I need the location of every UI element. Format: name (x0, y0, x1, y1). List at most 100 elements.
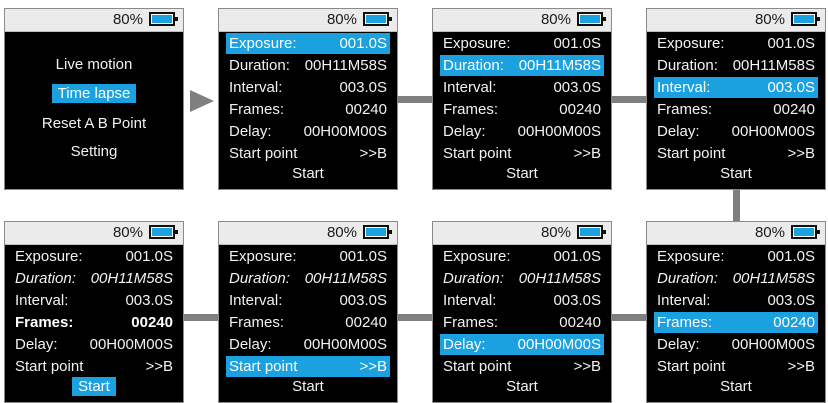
setting-row-frames[interactable]: Frames: 00240 (12, 312, 176, 333)
battery-icon (149, 225, 178, 239)
setting-value: 001.0S (553, 35, 601, 52)
start-button[interactable]: Start (5, 376, 183, 397)
setting-row-delay[interactable]: Delay: 00H00M00S (440, 121, 604, 142)
setting-row-delay[interactable]: Delay: 00H00M00S (226, 334, 390, 355)
setting-label: Duration: (443, 270, 504, 287)
battery-icon (363, 225, 392, 239)
status-bar: 80% (433, 9, 611, 32)
setting-row-start-point[interactable]: Start point >>B (12, 356, 176, 377)
setting-row-start-point[interactable]: Start point >>B (654, 143, 818, 164)
setting-row-start-point[interactable]: Start point >>B (440, 356, 604, 377)
setting-row-exposure[interactable]: Exposure: 001.0S (440, 246, 604, 267)
setting-label: Interval: (229, 292, 283, 309)
setting-label: Frames: (657, 314, 713, 331)
menu-item-reset-ab-point[interactable]: Reset A B Point (5, 113, 183, 134)
setting-label: Duration: (657, 57, 718, 74)
setting-label: Start point (443, 358, 512, 375)
setting-row-exposure[interactable]: Exposure: 001.0S (226, 246, 390, 267)
setting-value: 00H11M58S (304, 270, 387, 287)
setting-label: Duration: (229, 57, 290, 74)
start-button[interactable]: Start (219, 163, 397, 184)
setting-value: 00H11M58S (518, 270, 601, 287)
status-bar: 80% (433, 222, 611, 245)
setting-value: >>B (359, 145, 387, 162)
setting-row-interval[interactable]: Interval: 003.0S (226, 290, 390, 311)
setting-row-delay[interactable]: Delay: 00H00M00S (654, 334, 818, 355)
setting-value: 00240 (559, 314, 601, 331)
setting-label: Interval: (229, 79, 283, 96)
setting-row-delay[interactable]: Delay: 00H00M00S (654, 121, 818, 142)
status-bar: 80% (647, 9, 825, 32)
menu-item-live-motion[interactable]: Live motion (5, 54, 183, 75)
setting-label: Interval: (443, 292, 497, 309)
start-button[interactable]: Start (433, 376, 611, 397)
setting-row-interval[interactable]: Interval: 003.0S (654, 290, 818, 311)
setting-row-interval[interactable]: Interval: 003.0S (440, 77, 604, 98)
battery-icon (791, 12, 820, 26)
setting-value: 00240 (559, 101, 601, 118)
setting-value: 00240 (773, 101, 815, 118)
setting-label: Delay: (657, 336, 700, 353)
status-bar: 80% (219, 222, 397, 245)
setting-row-duration[interactable]: Duration: 00H11M58S (12, 268, 176, 289)
setting-row-exposure[interactable]: Exposure: 001.0S (12, 246, 176, 267)
setting-label: Frames: (229, 314, 285, 331)
status-bar: 80% (5, 9, 183, 32)
setting-row-frames[interactable]: Frames: 00240 (226, 312, 390, 333)
setting-row-exposure[interactable]: Exposure: 001.0S (440, 33, 604, 54)
start-button[interactable]: Start (219, 376, 397, 397)
setting-value: 00H00M00S (303, 336, 387, 353)
battery-icon (149, 12, 178, 26)
setting-row-frames[interactable]: Frames: 00240 (440, 99, 604, 120)
setting-row-delay[interactable]: Delay: 00H00M00S (12, 334, 176, 355)
setting-label: Exposure: (229, 248, 297, 265)
setting-row-duration[interactable]: Duration: 00H11M58S (226, 268, 390, 289)
setting-row-delay[interactable]: Delay: 00H00M00S (226, 121, 390, 142)
connector-right (733, 186, 740, 222)
screen-settings-exposure: 80% Exposure: 001.0S Duration: 00H11M58S Inte… (218, 8, 398, 190)
arrow-right-icon (190, 90, 214, 112)
start-button[interactable]: Start (647, 376, 825, 397)
setting-row-duration[interactable]: Duration: 00H11M58S (226, 55, 390, 76)
setting-row-interval[interactable]: Interval: 003.0S (654, 77, 818, 98)
setting-value: 00240 (773, 314, 815, 331)
setting-row-frames[interactable]: Frames: 00240 (440, 312, 604, 333)
setting-row-duration[interactable]: Duration: 00H11M58S (654, 55, 818, 76)
setting-value: 001.0S (125, 248, 173, 265)
menu-item-time-lapse[interactable]: Time lapse (5, 83, 183, 104)
start-button[interactable]: Start (647, 163, 825, 184)
setting-row-duration[interactable]: Duration: 00H11M58S (440, 55, 604, 76)
setting-row-start-point[interactable]: Start point >>B (654, 356, 818, 377)
setting-row-start-point[interactable]: Start point >>B (226, 143, 390, 164)
battery-icon (791, 225, 820, 239)
setting-value: 00H11M58S (90, 270, 173, 287)
setting-value: >>B (787, 145, 815, 162)
setting-row-exposure[interactable]: Exposure: 001.0S (654, 33, 818, 54)
screen-settings-start: 80% Exposure: 001.0S Duration: 00H11M58S Inte… (4, 221, 184, 403)
setting-label: Exposure: (443, 35, 511, 52)
setting-value: 00H00M00S (303, 123, 387, 140)
setting-label: Exposure: (657, 248, 725, 265)
setting-row-exposure[interactable]: Exposure: 001.0S (226, 33, 390, 54)
setting-row-interval[interactable]: Interval: 003.0S (440, 290, 604, 311)
setting-row-frames[interactable]: Frames: 00240 (654, 99, 818, 120)
setting-row-duration[interactable]: Duration: 00H11M58S (440, 268, 604, 289)
setting-row-start-point[interactable]: Start point >>B (226, 356, 390, 377)
setting-row-interval[interactable]: Interval: 003.0S (12, 290, 176, 311)
setting-row-start-point[interactable]: Start point >>B (440, 143, 604, 164)
start-button[interactable]: Start (433, 163, 611, 184)
screen-settings-interval: 80% Exposure: 001.0S Duration: 00H11M58S Inte… (646, 8, 826, 190)
setting-row-frames[interactable]: Frames: 00240 (226, 99, 390, 120)
setting-label: Duration: (229, 270, 290, 287)
setting-row-duration[interactable]: Duration: 00H11M58S (654, 268, 818, 289)
setting-row-exposure[interactable]: Exposure: 001.0S (654, 246, 818, 267)
setting-row-frames[interactable]: Frames: 00240 (654, 312, 818, 333)
menu-item-setting[interactable]: Setting (5, 141, 183, 162)
setting-row-delay[interactable]: Delay: 00H00M00S (440, 334, 604, 355)
status-bar: 80% (219, 9, 397, 32)
battery-percent: 80% (326, 11, 357, 28)
setting-label: Exposure: (443, 248, 511, 265)
setting-row-interval[interactable]: Interval: 003.0S (226, 77, 390, 98)
battery-percent: 80% (326, 224, 357, 241)
setting-label: Duration: (443, 57, 504, 74)
